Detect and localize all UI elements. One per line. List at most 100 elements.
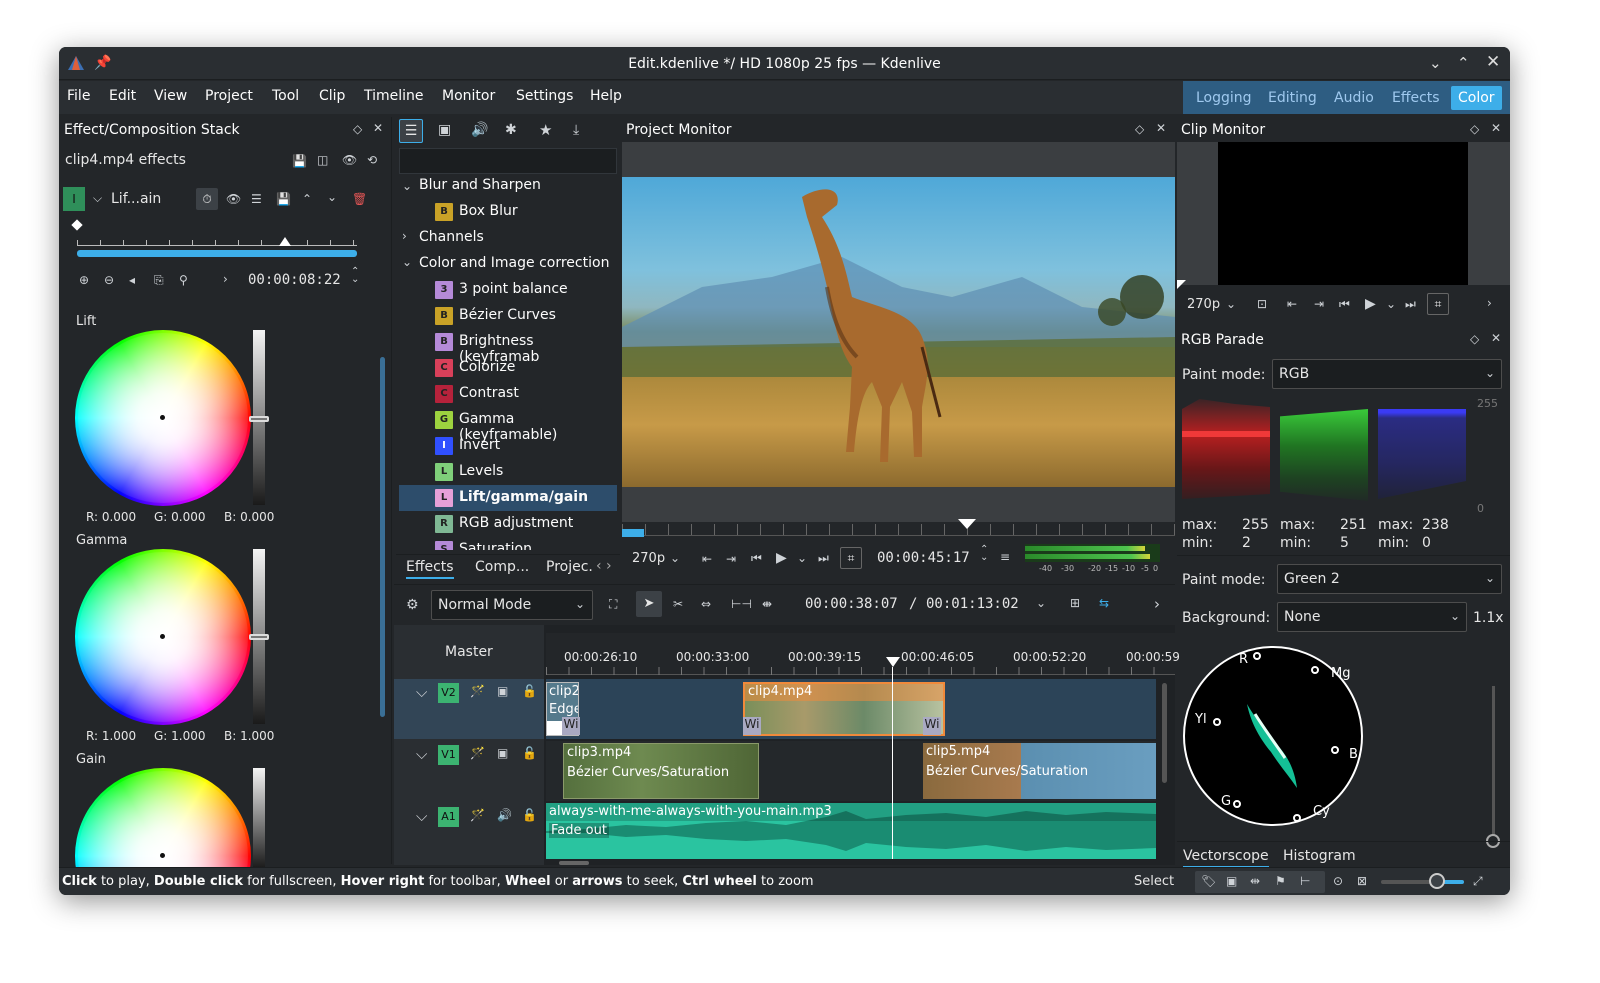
favorites-icon[interactable]: ★ xyxy=(539,121,552,139)
vs-paint-mode-select[interactable]: Green 2 ⌄ xyxy=(1277,564,1502,594)
effect-stack-scrollbar[interactable] xyxy=(380,357,385,717)
lock-icon[interactable]: 🔓 xyxy=(522,684,537,698)
remove-keyframe-icon[interactable]: ⊖ xyxy=(104,273,114,287)
lift-wheel-dot[interactable] xyxy=(160,415,165,420)
copy-keyframe-icon[interactable]: ⎘ xyxy=(154,273,164,288)
play-options-icon[interactable]: ⌄ xyxy=(1386,297,1396,311)
panel-close-icon[interactable]: ✕ xyxy=(1156,121,1166,135)
film-icon[interactable]: ▣ xyxy=(1226,874,1237,888)
audio-clip[interactable]: always-with-me-always-with-you-main.mp3 … xyxy=(546,803,1156,859)
track-v2-badge[interactable]: V2 xyxy=(438,683,459,703)
zoom-slider-knob[interactable] xyxy=(1429,873,1445,889)
layout-editing[interactable]: Editing xyxy=(1261,86,1324,110)
snap-icon[interactable]: ⇹ xyxy=(1250,874,1260,888)
zoom-out-icon[interactable]: ⊠ xyxy=(1357,874,1367,888)
effect-item[interactable]: Saturation xyxy=(459,541,532,550)
effect-item[interactable]: Levels xyxy=(459,463,503,479)
prev-keyframe-icon[interactable]: ◂ xyxy=(129,273,135,287)
clip4[interactable]: clip4.mp4 xyxy=(743,682,945,736)
tabs-scroll-icon[interactable]: ‹ › xyxy=(596,558,612,574)
collapse-chevron-icon[interactable]: ⌵ xyxy=(416,683,427,701)
collapse-icon[interactable]: ⌄ xyxy=(402,179,412,193)
expand-icon[interactable]: › xyxy=(223,272,228,286)
paint-mode-select[interactable]: RGB ⌄ xyxy=(1272,359,1502,389)
film-icon[interactable]: ▣ xyxy=(497,746,508,760)
gain-slider-track[interactable] xyxy=(253,768,265,868)
clip-monitor-viewport[interactable] xyxy=(1177,142,1510,289)
video-effects-icon[interactable]: ▣ xyxy=(438,122,451,138)
collapse-chevron-icon[interactable]: ⌵ xyxy=(416,745,427,763)
timeline-settings-icon[interactable]: ⚙ xyxy=(406,597,419,613)
tab-project[interactable]: Projec. xyxy=(546,559,593,575)
lock-icon[interactable]: 🔓 xyxy=(522,746,537,760)
forward-icon[interactable]: ⏭ xyxy=(1405,297,1416,312)
effect-timecode[interactable]: 00:00:08:22 xyxy=(248,272,341,288)
zoom-in-icon[interactable]: ⤢ xyxy=(1473,874,1483,889)
track-a1-badge[interactable]: A1 xyxy=(438,807,459,827)
clip-zoom-select[interactable]: 270p xyxy=(1187,297,1220,312)
settings-icon[interactable]: ☰ xyxy=(251,192,262,206)
collapse-chevron-icon[interactable]: ⌵ xyxy=(93,191,102,206)
menu-settings[interactable]: Settings xyxy=(516,88,573,104)
flag-icon[interactable]: ⚑ xyxy=(1275,874,1286,888)
tab-effects[interactable]: Effects xyxy=(406,559,454,579)
monitor-zoom-select[interactable]: 270p xyxy=(632,551,665,566)
menu-clip[interactable]: Clip xyxy=(319,88,345,104)
forward-icon[interactable]: ⏭ xyxy=(818,551,829,566)
wipe-transition[interactable]: Wi xyxy=(562,717,580,735)
edit-mode-select[interactable]: Normal Mode ⌄ xyxy=(431,590,593,620)
tab-compositions[interactable]: Comp... xyxy=(475,559,529,575)
close-icon[interactable]: ✕ xyxy=(1486,52,1500,72)
menu-edit[interactable]: Edit xyxy=(109,88,136,104)
menu-view[interactable]: View xyxy=(154,88,187,104)
menu-project[interactable]: Project xyxy=(205,88,253,104)
vs-background-select[interactable]: None ⌄ xyxy=(1277,602,1467,632)
menu-monitor[interactable]: Monitor xyxy=(442,88,495,104)
cut-tool-icon[interactable]: ✂ xyxy=(673,597,683,611)
reset-icon[interactable]: ⟲ xyxy=(367,153,377,167)
tab-vectorscope[interactable]: Vectorscope xyxy=(1183,848,1269,868)
effect-item[interactable]: Bézier Curves xyxy=(459,307,556,323)
more-icon[interactable]: › xyxy=(1154,595,1160,613)
compare-icon[interactable]: ◫ xyxy=(317,153,328,167)
mixer-icon[interactable]: ⇆ xyxy=(1099,596,1109,610)
list-view-icon[interactable]: ☰ xyxy=(399,119,423,143)
layout-effects[interactable]: Effects xyxy=(1385,86,1447,110)
play-options-icon[interactable]: ⌄ xyxy=(797,551,807,565)
set-out-icon[interactable]: ⇥ xyxy=(1314,297,1324,311)
panel-close-icon[interactable]: ✕ xyxy=(373,121,383,135)
category-blur[interactable]: Blur and Sharpen xyxy=(419,177,541,193)
maximize-icon[interactable]: ⌃ xyxy=(1457,54,1470,72)
keyframe-marker[interactable] xyxy=(71,219,83,231)
timeline-playhead-marker[interactable] xyxy=(886,657,900,667)
float-icon[interactable]: ◇ xyxy=(1470,122,1479,136)
tab-histogram[interactable]: Histogram xyxy=(1283,848,1356,864)
move-down-icon[interactable]: ⌄ xyxy=(327,190,337,204)
set-out-icon[interactable]: ⇥ xyxy=(726,552,736,566)
keyframe-ruler[interactable] xyxy=(77,232,357,246)
more-icon[interactable]: › xyxy=(1487,296,1492,310)
gain-wheel-dot[interactable] xyxy=(160,853,165,858)
category-color[interactable]: Color and Image correction xyxy=(419,255,609,271)
tag-icon[interactable]: 🏷 xyxy=(1201,874,1216,888)
monitor-viewport[interactable] xyxy=(622,142,1175,522)
rewind-icon[interactable]: ⏮ xyxy=(751,551,762,566)
category-channels[interactable]: Channels xyxy=(419,229,484,245)
slip-tool-icon[interactable]: ⇼ xyxy=(762,597,772,611)
zoom-slider-track[interactable] xyxy=(1381,880,1464,884)
menu-file[interactable]: File xyxy=(67,88,90,104)
vs-gain-slider-track[interactable] xyxy=(1492,686,1495,836)
zoom-dropdown-icon[interactable]: ⌄ xyxy=(670,551,680,565)
track-v1-badge[interactable]: V1 xyxy=(438,745,459,765)
effects-wand-icon[interactable]: 🪄 xyxy=(470,684,485,698)
lock-icon[interactable]: 🔓 xyxy=(522,808,537,822)
razor-mode-icon[interactable]: ⛶ xyxy=(609,597,617,612)
timeline-hscrollbar[interactable] xyxy=(559,861,589,865)
panel-close-icon[interactable]: ✕ xyxy=(1491,331,1501,345)
effect-item[interactable]: 3 point balance xyxy=(459,281,568,297)
play-icon[interactable]: ▶ xyxy=(1365,296,1376,312)
clip-monitor-toggle-icon[interactable]: ⊡ xyxy=(1257,297,1267,311)
visibility-icon[interactable]: 👁 xyxy=(226,192,241,206)
float-icon[interactable]: ◇ xyxy=(1135,122,1144,136)
lift-slider-knob[interactable] xyxy=(249,416,269,422)
